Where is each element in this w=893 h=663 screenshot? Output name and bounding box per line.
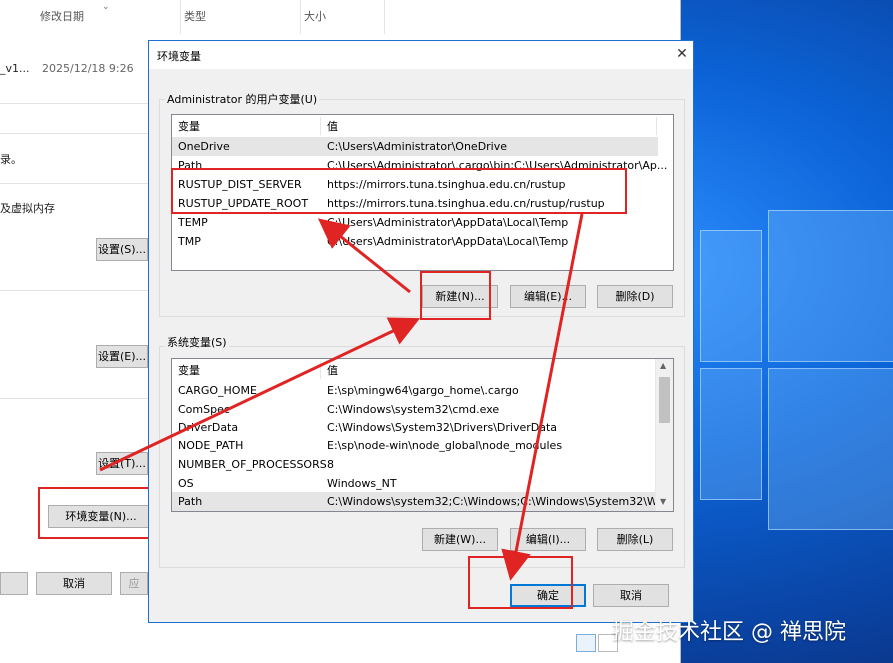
annotation-arrows bbox=[99, 213, 584, 581]
arrow-to-user-vars bbox=[317, 218, 411, 294]
arrow-to-ok-button bbox=[501, 213, 584, 581]
watermark: 掘金技术社区 @ 禅思院 bbox=[612, 620, 846, 645]
arrow-to-new-button bbox=[99, 317, 421, 472]
